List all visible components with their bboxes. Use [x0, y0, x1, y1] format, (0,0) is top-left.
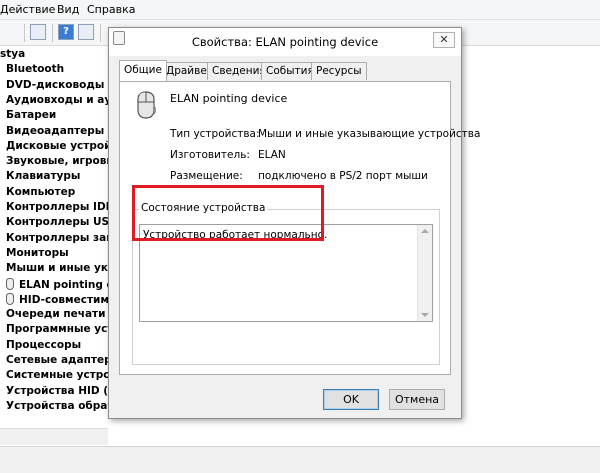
tree-category[interactable]: Процессоры — [6, 339, 81, 354]
tree-item-label: Bluetooth — [6, 63, 65, 76]
manufacturer-label: Изготовитель: — [170, 149, 250, 161]
toolbar-separator — [100, 24, 101, 42]
mouse-icon — [6, 292, 14, 305]
device-type-value: Мыши и иные указывающие устройства — [258, 128, 481, 140]
tree-category[interactable]: Мониторы — [6, 247, 69, 262]
manufacturer-value: ELAN — [258, 149, 286, 161]
toolbar-separator — [24, 24, 25, 42]
tree-category[interactable]: Сетевые адаптеры — [6, 354, 108, 369]
tree-category[interactable]: Контроллеры IDE AT — [6, 201, 108, 216]
tree-item-label: Системные устройс — [6, 369, 108, 382]
properties-icon[interactable] — [30, 24, 46, 40]
tree-category[interactable]: Клавиатуры — [6, 170, 80, 185]
tree-item-label: Контроллеры запом — [6, 231, 108, 244]
tree-item-label: Программные устро — [6, 323, 108, 336]
cancel-button[interactable]: Отмена — [389, 389, 445, 410]
tab-general[interactable]: Общие — [119, 60, 167, 81]
tree-category[interactable]: Системные устройс — [6, 369, 108, 384]
tree-item-label: ELAN pointing dev — [19, 278, 108, 291]
dialog-title-bar[interactable]: Свойства: ELAN pointing device ✕ — [109, 28, 461, 56]
mouse-icon — [6, 277, 14, 290]
tree-item-label: Процессоры — [6, 338, 82, 351]
location-value: подключено в PS/2 порт мыши — [258, 170, 428, 182]
tree-item-label: Видеоадаптеры — [6, 124, 105, 137]
tree-category[interactable]: Bluetooth — [6, 63, 64, 78]
tree-item-label: Клавиатуры — [6, 170, 81, 183]
tree-item-label: Устройства обработ — [6, 399, 108, 412]
tab-resources[interactable]: Ресурсы — [311, 62, 367, 80]
tree-item-label: Мониторы — [6, 246, 69, 259]
tree-item-label: Устройства HID (Hun — [6, 384, 108, 397]
tree-item-label: Контроллеры USB — [6, 216, 108, 229]
tree-item-label: HID-совместима — [19, 293, 108, 306]
device-status-legend: Состояние устройства — [139, 202, 268, 214]
tree-category[interactable]: Компьютер — [6, 186, 75, 201]
tree-device-item[interactable]: ELAN pointing dev — [6, 277, 108, 293]
tree-category[interactable]: Устройства HID (Hun — [6, 385, 108, 400]
scroll-down-icon[interactable] — [421, 313, 429, 317]
tree-item-label: Аудиовходы и аудис — [6, 93, 108, 106]
mouse-icon — [137, 91, 156, 119]
tree-item-label: stya — [0, 48, 26, 60]
toolbar-separator — [52, 24, 53, 42]
tree-item-label: Очереди печати — [6, 308, 106, 321]
tree-item-label: Контроллеры IDE AT — [6, 201, 108, 213]
tree-item-label: DVD-дисководы и д — [6, 78, 108, 91]
tree-item-label: Сетевые адаптеры — [6, 354, 108, 366]
tree-category[interactable]: Звуковые, игровые — [6, 155, 108, 170]
tree-root[interactable]: stya — [0, 48, 25, 63]
tree-category[interactable]: DVD-дисководы и д — [6, 79, 108, 94]
scroll-up-icon[interactable] — [421, 229, 429, 233]
device-status-text: Устройство работает нормально. — [143, 229, 328, 241]
status-scrollbar[interactable] — [417, 225, 432, 321]
device-status-textbox[interactable]: Устройство работает нормально. — [139, 224, 433, 322]
status-bar — [0, 446, 600, 473]
close-icon[interactable]: ✕ — [433, 32, 455, 48]
tree-category[interactable]: Очереди печати — [6, 308, 106, 323]
tree-category[interactable]: Аудиовходы и аудис — [6, 94, 108, 109]
ok-button[interactable]: OK — [323, 389, 379, 410]
tree-category[interactable]: Контроллеры USB — [6, 216, 108, 231]
tree-category[interactable]: Контроллеры запом — [6, 232, 108, 247]
help-icon[interactable]: ? — [58, 24, 74, 40]
menu-action[interactable]: Действие — [0, 3, 55, 16]
tree-item-label: Мыши и иные указ — [6, 262, 108, 275]
menu-view[interactable]: Вид — [57, 3, 79, 16]
location-label: Размещение: — [170, 170, 243, 182]
tree-category[interactable]: Видеоадаптеры — [6, 125, 104, 140]
device-tree: stya Bluetooth DVD-дисководы и д Аудиовходы… — [0, 46, 108, 446]
tree-category[interactable]: Программные устро — [6, 323, 108, 338]
tree-item-label: Дисковые устройств — [6, 139, 108, 152]
tree-item-label: Звуковые, игровые — [6, 155, 108, 168]
tree-category[interactable]: Дисковые устройств — [6, 140, 108, 155]
tree-category[interactable]: Мыши и иные указ — [6, 262, 108, 277]
properties-dialog: Свойства: ELAN pointing device ✕ Общие Д… — [108, 27, 480, 419]
tree-category[interactable]: Устройства обработ — [6, 400, 108, 415]
device-name: ELAN pointing device — [170, 92, 288, 105]
tree-category[interactable]: Батареи — [6, 109, 56, 124]
display-icon[interactable] — [78, 24, 94, 40]
device-status-group: Состояние устройства Устройство работает… — [132, 202, 440, 365]
device-type-label: Тип устройства: — [170, 128, 260, 140]
menu-help[interactable]: Справка — [87, 3, 135, 16]
horizontal-scrollbar[interactable] — [0, 428, 108, 445]
tree-item-label: Батареи — [6, 109, 57, 122]
tree-item-label: Компьютер — [6, 185, 76, 198]
dialog-title: Свойства: ELAN pointing device — [191, 35, 379, 49]
menu-bar: Действие Вид Справка — [0, 0, 600, 20]
general-tab-panel: ELAN pointing device Тип устройства: Мыш… — [119, 81, 480, 375]
tree-device-item[interactable]: HID-совместима — [6, 292, 108, 308]
